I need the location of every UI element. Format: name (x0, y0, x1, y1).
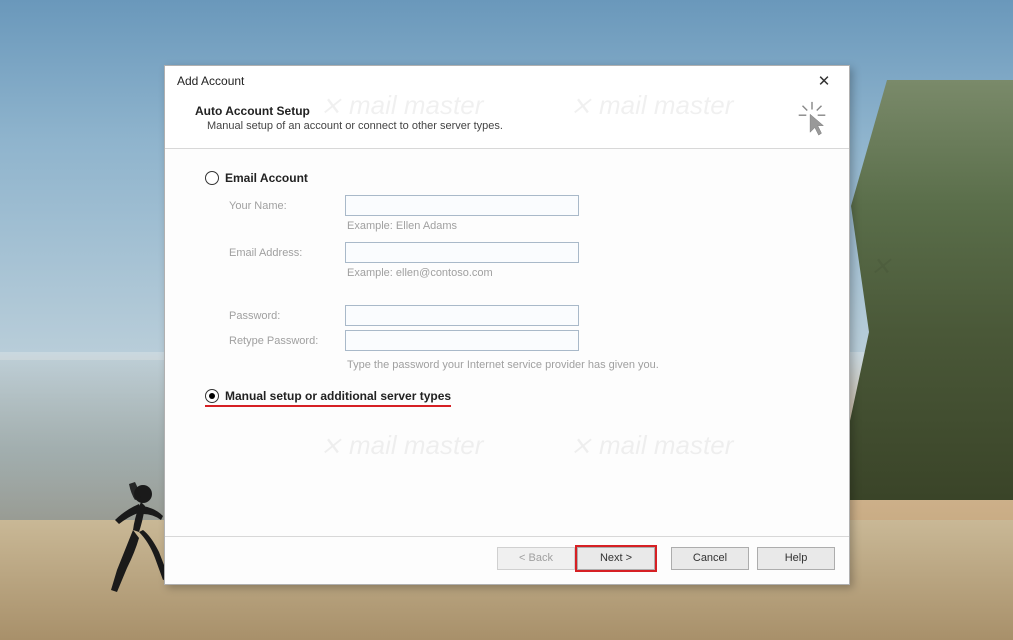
email-example: Example: ellen@contoso.com (345, 265, 821, 289)
password-input[interactable] (345, 305, 579, 326)
cancel-button[interactable]: Cancel (671, 547, 749, 570)
email-label: Email Address: (229, 247, 345, 259)
dialog-header: Auto Account Setup Manual setup of an ac… (165, 96, 849, 148)
titlebar: Add Account ✕ (165, 66, 849, 96)
back-button[interactable]: < Back (497, 547, 575, 570)
retype-password-input[interactable] (345, 330, 579, 351)
header-title: Auto Account Setup (195, 104, 831, 118)
your-name-input[interactable] (345, 195, 579, 216)
click-cursor-icon (793, 100, 831, 138)
close-icon[interactable]: ✕ (807, 68, 841, 94)
next-button[interactable]: Next > (577, 547, 655, 570)
help-button[interactable]: Help (757, 547, 835, 570)
header-subtitle: Manual setup of an account or connect to… (207, 120, 831, 132)
radio-email-account[interactable]: Email Account (205, 171, 821, 185)
radio-email-label: Email Account (225, 171, 308, 185)
email-account-form: Your Name: Example: Ellen Adams Email Ad… (229, 195, 821, 381)
nav-button-group: < Back Next > (497, 547, 655, 570)
radio-manual-setup[interactable]: Manual setup or additional server types (205, 389, 451, 407)
dialog-footer: < Back Next > Cancel Help (165, 536, 849, 584)
radio-icon (205, 171, 219, 185)
dialog-title: Add Account (177, 74, 244, 88)
email-input[interactable] (345, 242, 579, 263)
your-name-example: Example: Ellen Adams (345, 218, 821, 242)
password-hint: Type the password your Internet service … (345, 353, 821, 381)
your-name-label: Your Name: (229, 200, 345, 212)
add-account-dialog: Add Account ✕ Auto Account Setup Manual … (164, 65, 850, 585)
password-label: Password: (229, 310, 345, 322)
radio-manual-label: Manual setup or additional server types (225, 389, 451, 403)
retype-password-label: Retype Password: (229, 335, 345, 347)
radio-icon (205, 389, 219, 403)
dialog-content: Email Account Your Name: Example: Ellen … (165, 149, 849, 536)
